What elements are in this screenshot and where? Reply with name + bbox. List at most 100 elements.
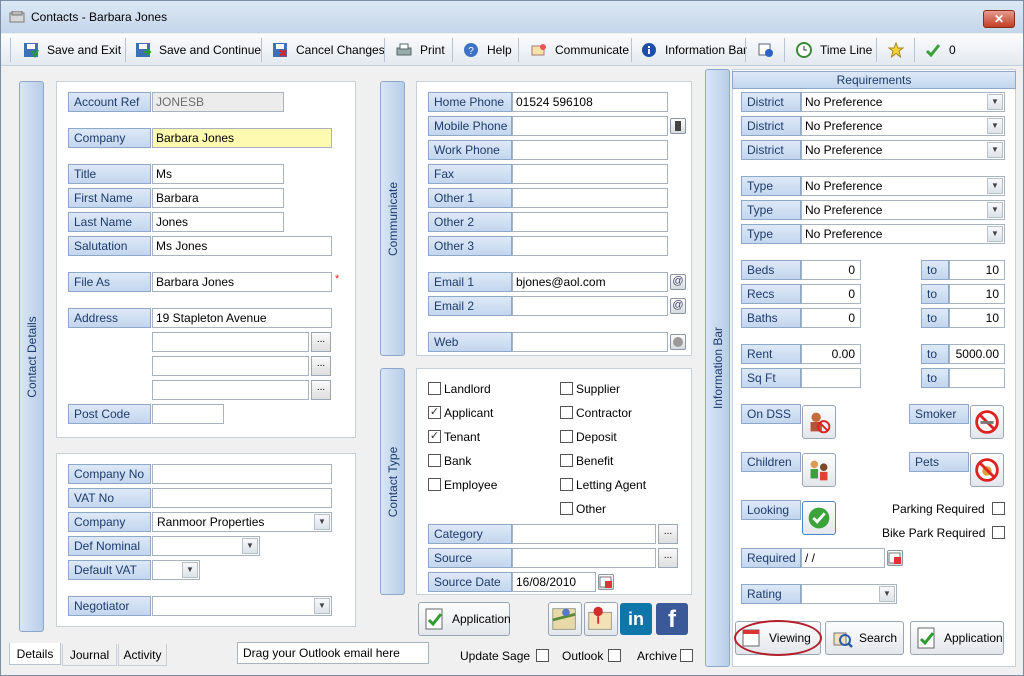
- tab-journal[interactable]: Journal: [62, 644, 117, 666]
- help-button[interactable]: ? Help: [463, 39, 512, 61]
- address-line-3[interactable]: [152, 356, 309, 376]
- smoker-toggle[interactable]: [970, 405, 1004, 439]
- default-vat-select[interactable]: ▼: [152, 560, 200, 580]
- pets-toggle[interactable]: [970, 453, 1004, 487]
- contractor-checkbox[interactable]: [560, 406, 573, 419]
- close-button[interactable]: ✕: [983, 10, 1015, 28]
- letting-agent-checkbox[interactable]: [560, 478, 573, 491]
- email-2-field[interactable]: [512, 296, 668, 316]
- chevron-down-icon[interactable]: ▼: [182, 562, 198, 578]
- fax-field[interactable]: [512, 164, 668, 184]
- looking-toggle[interactable]: [802, 501, 836, 535]
- home-phone-field[interactable]: 01524 596108: [512, 92, 668, 112]
- source-lookup-button[interactable]: ...: [658, 548, 678, 568]
- district-2-select[interactable]: No Preference ▼: [801, 116, 1005, 136]
- address-line-2-lookup-button[interactable]: ...: [311, 332, 331, 352]
- district-3-select[interactable]: No Preference ▼: [801, 140, 1005, 160]
- web-field[interactable]: [512, 332, 668, 352]
- rent-to-field[interactable]: 5000.00: [949, 344, 1005, 364]
- chevron-down-icon[interactable]: ▼: [242, 538, 258, 554]
- source-field[interactable]: [512, 548, 656, 568]
- account-ref-field[interactable]: JONESB: [152, 92, 284, 112]
- calendar-icon[interactable]: [598, 574, 614, 590]
- type-2-select[interactable]: No Preference ▼: [801, 200, 1005, 220]
- other-3-field[interactable]: [512, 236, 668, 256]
- category-field[interactable]: [512, 524, 656, 544]
- tab-details[interactable]: Details: [9, 643, 61, 665]
- recs-from-field[interactable]: 0: [801, 284, 861, 304]
- salutation-field[interactable]: Ms Jones: [152, 236, 332, 256]
- type-3-select[interactable]: No Preference ▼: [801, 224, 1005, 244]
- favourite-button[interactable]: [888, 39, 912, 61]
- landlord-checkbox[interactable]: [428, 382, 441, 395]
- facebook-icon[interactable]: f: [656, 603, 688, 635]
- update-sage-checkbox[interactable]: [536, 649, 549, 662]
- cancel-changes-button[interactable]: Cancel Changes: [272, 39, 385, 61]
- mobile-phone-field[interactable]: [512, 116, 668, 136]
- communicate-button[interactable]: Communicate: [531, 39, 629, 61]
- benefit-checkbox[interactable]: [560, 454, 573, 467]
- linkedin-icon[interactable]: in: [620, 603, 652, 635]
- sq-ft-from-field[interactable]: [801, 368, 861, 388]
- chevron-down-icon[interactable]: ▼: [987, 202, 1003, 218]
- employee-checkbox[interactable]: [428, 478, 441, 491]
- save-and-exit-button[interactable]: Save and Exit: [23, 39, 121, 61]
- district-1-select[interactable]: No Preference ▼: [801, 92, 1005, 112]
- email-1-field[interactable]: bjones@aol.com: [512, 272, 668, 292]
- post-code-field[interactable]: [152, 404, 224, 424]
- email-1-send-icon[interactable]: @: [670, 274, 686, 290]
- title-field[interactable]: Ms: [152, 164, 284, 184]
- chevron-down-icon[interactable]: ▼: [314, 598, 330, 614]
- address-line-2[interactable]: [152, 332, 309, 352]
- chevron-down-icon[interactable]: ▼: [987, 142, 1003, 158]
- children-toggle[interactable]: [802, 453, 836, 487]
- beds-to-field[interactable]: 10: [949, 260, 1005, 280]
- save-and-continue-button[interactable]: Save and Continue: [135, 39, 261, 61]
- time-line-button[interactable]: Time Line: [796, 39, 872, 61]
- rent-from-field[interactable]: 0.00: [801, 344, 861, 364]
- map-pin-icon[interactable]: [584, 602, 618, 636]
- requirements-application-button[interactable]: Application: [910, 621, 1004, 655]
- communicate-tab[interactable]: Communicate: [380, 81, 405, 356]
- information-bar-tab[interactable]: Information Bar: [705, 69, 730, 667]
- chevron-down-icon[interactable]: ▼: [987, 118, 1003, 134]
- source-date-field[interactable]: 16/08/2010: [512, 572, 596, 592]
- chevron-down-icon[interactable]: ▼: [987, 94, 1003, 110]
- company-field[interactable]: Barbara Jones: [152, 128, 332, 148]
- on-dss-toggle[interactable]: [802, 405, 836, 439]
- first-name-field[interactable]: Barbara: [152, 188, 284, 208]
- rating-select[interactable]: ▼: [801, 584, 897, 604]
- beds-from-field[interactable]: 0: [801, 260, 861, 280]
- bank-checkbox[interactable]: [428, 454, 441, 467]
- tenant-checkbox[interactable]: ✓: [428, 430, 441, 443]
- tasks-done-button[interactable]: 0: [925, 39, 956, 61]
- outlook-checkbox[interactable]: [608, 649, 621, 662]
- calendar-info-button[interactable]: [758, 39, 782, 61]
- other-1-field[interactable]: [512, 188, 668, 208]
- type-1-select[interactable]: No Preference ▼: [801, 176, 1005, 196]
- archive-checkbox[interactable]: [680, 649, 693, 662]
- chevron-down-icon[interactable]: ▼: [987, 178, 1003, 194]
- web-globe-icon[interactable]: [670, 334, 686, 350]
- chevron-down-icon[interactable]: ▼: [987, 226, 1003, 242]
- sq-ft-to-field[interactable]: [949, 368, 1005, 388]
- address-line-3-lookup-button[interactable]: ...: [311, 356, 331, 376]
- parking-required-checkbox[interactable]: [992, 502, 1005, 515]
- address-line-4[interactable]: [152, 380, 309, 400]
- work-phone-field[interactable]: [512, 140, 668, 160]
- chevron-down-icon[interactable]: ▼: [314, 514, 330, 530]
- tab-activity[interactable]: Activity: [118, 644, 167, 666]
- address-line-1[interactable]: 19 Stapleton Avenue: [152, 308, 332, 328]
- baths-to-field[interactable]: 10: [949, 308, 1005, 328]
- def-nominal-select[interactable]: ▼: [152, 536, 260, 556]
- map-icon[interactable]: [548, 602, 582, 636]
- deposit-checkbox[interactable]: [560, 430, 573, 443]
- contact-details-tab[interactable]: Contact Details: [19, 81, 44, 632]
- contact-type-tab[interactable]: Contact Type: [380, 368, 405, 595]
- baths-from-field[interactable]: 0: [801, 308, 861, 328]
- email-2-send-icon[interactable]: @: [670, 298, 686, 314]
- chevron-down-icon[interactable]: ▼: [879, 586, 895, 602]
- calendar-icon[interactable]: [887, 550, 903, 566]
- required-date-field[interactable]: / /: [801, 548, 885, 568]
- application-button[interactable]: Application: [418, 602, 511, 636]
